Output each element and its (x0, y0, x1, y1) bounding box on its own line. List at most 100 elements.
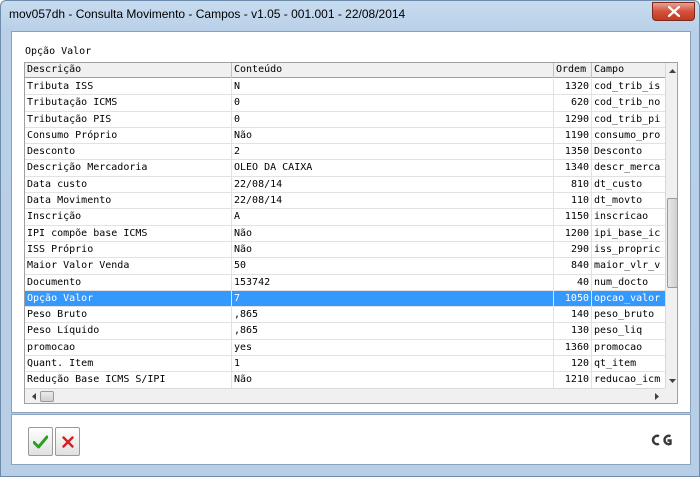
table-row[interactable]: Inscrição A 1150 inscricao (25, 209, 665, 226)
table-row[interactable]: Consumo Próprio Não 1190 consumo_pro (25, 127, 665, 145)
cell-campo: cod_trib_is (594, 81, 661, 92)
cell-descricao: Data Movimento (25, 193, 232, 210)
cell-campo: cod_trib_pi (594, 113, 661, 125)
cell-campo: Desconto (594, 146, 643, 158)
scroll-right-button[interactable] (650, 390, 663, 403)
button-bar: CG (11, 414, 691, 465)
cell-campo: peso_bruto (594, 309, 655, 321)
cell-conteudo: 22/08/14 (232, 176, 554, 193)
cell-campo: dt_custo (594, 178, 643, 190)
cell-descricao: Data custo (25, 176, 232, 193)
cell-ordem: 1350 (554, 144, 592, 161)
cell-conteudo: 7 (232, 290, 554, 307)
scroll-up-button[interactable] (666, 64, 677, 77)
table-row[interactable]: Peso Bruto ,865 140 peso_bruto (25, 307, 665, 324)
group-label: Opção Valor (25, 46, 92, 57)
scroll-left-button[interactable] (27, 390, 40, 403)
horizontal-scroll-thumb[interactable] (40, 391, 54, 402)
table-row[interactable]: Quant. Item 1 120 qt_item (25, 356, 665, 373)
horizontal-scrollbar[interactable] (25, 388, 665, 403)
table-row[interactable]: Descrição Mercadoria OLEO DA CAIXA 1340 des… (25, 160, 665, 177)
window-title: mov057dh - Consulta Movimento - Campos -… (9, 7, 406, 21)
x-icon (61, 435, 74, 448)
cell-campo: descr_merca (594, 162, 661, 174)
cell-conteudo: A (232, 209, 554, 226)
cell-ordem: 1050 (554, 290, 592, 307)
column-header-descricao[interactable]: Descrição (25, 63, 232, 78)
cell-campo: qt_item (594, 358, 637, 370)
cell-ordem: 110 (554, 193, 592, 210)
cell-descricao: IPI compõe base ICMS (25, 225, 232, 242)
column-header-campo[interactable]: Campo (592, 63, 665, 78)
vertical-scrollbar[interactable] (665, 63, 677, 388)
scroll-down-button[interactable] (666, 374, 677, 387)
cell-descricao: Desconto (25, 144, 232, 161)
table-row[interactable]: Documento 153742 40 num_docto (25, 274, 665, 291)
cell-descricao: Quant. Item (25, 356, 232, 373)
table-row[interactable]: Peso Líquido ,865 130 peso_liq (25, 323, 665, 340)
cell-campo: opcao_valor (594, 292, 661, 304)
cell-ordem: 140 (554, 307, 592, 324)
app-window: mov057dh - Consulta Movimento - Campos -… (0, 0, 700, 477)
table-row[interactable]: ISS Próprio Não 290 iss_propric (25, 241, 665, 259)
cell-campo: num_docto (594, 276, 649, 288)
cell-descricao: ISS Próprio (25, 241, 232, 258)
column-header-ordem[interactable]: Ordem (554, 63, 592, 78)
grid-header: Descrição Conteúdo Ordem Campo (25, 63, 665, 78)
cell-descricao: Inscrição (25, 209, 232, 226)
table-row[interactable]: Redução Base ICMS S/IPI Não 1210 reducao_ic… (25, 372, 665, 389)
table-row[interactable]: IPI compõe base ICMS Não 1200 ipi_base_ic (25, 225, 665, 242)
cell-conteudo: 2 (232, 144, 554, 161)
cell-conteudo: 50 (232, 258, 554, 275)
title-bar[interactable]: mov057dh - Consulta Movimento - Campos -… (1, 1, 699, 31)
cell-campo: maior_vlr_v (594, 260, 661, 272)
cell-ordem: 1360 (554, 339, 592, 356)
cell-descricao: Redução Base ICMS S/IPI (25, 372, 232, 389)
table-row[interactable]: Maior Valor Venda 50 840 maior_vlr_v (25, 258, 665, 275)
cell-descricao: promocao (25, 339, 232, 356)
cell-campo: promocao (594, 341, 643, 353)
cancel-button[interactable] (55, 427, 80, 456)
column-header-conteudo[interactable]: Conteúdo (232, 63, 554, 78)
table-row[interactable]: Data Movimento 22/08/14 110 dt_movto (25, 193, 665, 210)
table-row[interactable]: Tributação ICMS 0 620 cod_trib_no (25, 95, 665, 112)
table-row[interactable]: Data custo 22/08/14 810 dt_custo (25, 176, 665, 194)
cell-ordem: 130 (554, 323, 592, 340)
cell-ordem: 1340 (554, 160, 592, 177)
cell-descricao: Opção Valor (25, 290, 232, 307)
cell-campo: ipi_base_ic (594, 227, 661, 239)
scrollbar-corner (665, 388, 677, 403)
cell-campo: peso_liq (594, 325, 643, 337)
cell-conteudo: 0 (232, 95, 554, 112)
cell-conteudo: yes (232, 339, 554, 356)
cell-descricao: Documento (25, 274, 232, 291)
table-row[interactable]: Desconto 2 1350 Desconto (25, 144, 665, 161)
cell-ordem: 1150 (554, 209, 592, 226)
fields-panel: Opção Valor Descrição Conteúdo Ordem Cam… (11, 31, 691, 413)
cell-descricao: Tributação ICMS (25, 95, 232, 112)
cell-conteudo: N (232, 79, 554, 95)
table-row[interactable]: promocao yes 1360 promocao (25, 339, 665, 357)
table-row[interactable]: Tributa ISS N 1320 cod_trib_is (25, 79, 665, 96)
table-row[interactable]: Tributação PIS 0 1290 cod_trib_pi (25, 111, 665, 128)
cell-ordem: 840 (554, 258, 592, 275)
cell-ordem: 290 (554, 241, 592, 258)
confirm-button[interactable] (28, 427, 53, 456)
cell-ordem: 1190 (554, 127, 592, 144)
vertical-scroll-thumb[interactable] (667, 198, 677, 288)
cell-ordem: 120 (554, 356, 592, 373)
cell-descricao: Peso Bruto (25, 307, 232, 324)
cell-campo: consumo_pro (594, 129, 661, 141)
cell-ordem: 40 (554, 274, 592, 291)
cell-campo: cod_trib_no (594, 97, 661, 109)
cell-conteudo: Não (232, 127, 554, 144)
cell-conteudo: Não (232, 372, 554, 389)
cg-logo: CG (651, 434, 672, 446)
cell-descricao: Tributa ISS (25, 79, 232, 95)
arrow-down-icon (669, 378, 676, 383)
cell-ordem: 620 (554, 95, 592, 112)
table-row[interactable]: Opção Valor 7 1050 opcao_valor (25, 290, 665, 308)
arrow-up-icon (669, 68, 676, 73)
cell-ordem: 810 (554, 176, 592, 193)
close-button[interactable] (652, 2, 695, 21)
